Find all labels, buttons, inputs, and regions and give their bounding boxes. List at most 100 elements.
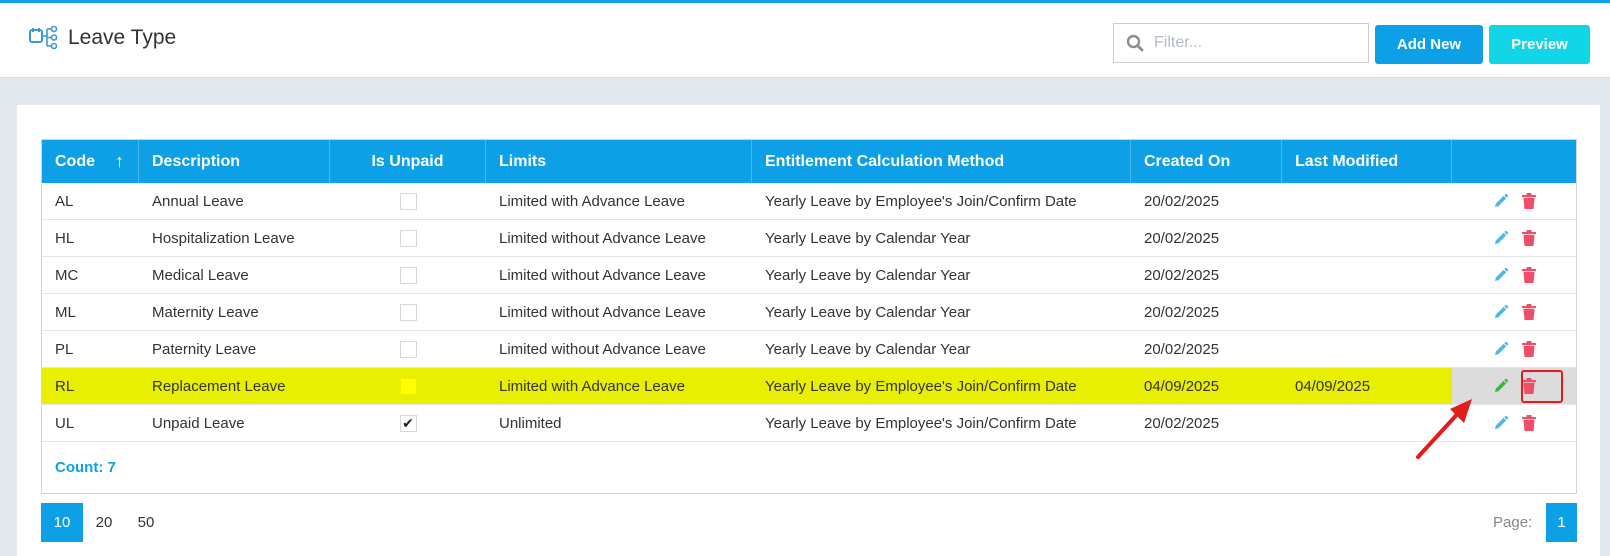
- cell-created-on: 20/02/2025: [1144, 229, 1220, 247]
- cell-limits: Limited without Advance Leave: [499, 303, 706, 321]
- cell-actions: [1452, 331, 1576, 367]
- pencil-icon[interactable]: [1492, 377, 1510, 395]
- cell-method: Yearly Leave by Employee's Join/Confirm …: [765, 377, 1077, 395]
- cell-code: PL: [55, 340, 74, 358]
- page-title: Leave Type: [68, 26, 177, 49]
- cell-code: ML: [55, 303, 76, 321]
- table-row[interactable]: HL Hospitalization Leave Limited without…: [42, 220, 1576, 257]
- cell-last-modified: [1282, 183, 1452, 219]
- cell-limits: Limited without Advance Leave: [499, 229, 706, 247]
- cell-created-on: 04/09/2025: [1144, 377, 1220, 395]
- cell-code: RL: [55, 377, 75, 395]
- pencil-icon[interactable]: [1492, 414, 1510, 432]
- is-unpaid-checkbox[interactable]: [399, 303, 417, 321]
- column-header-method[interactable]: Entitlement Calculation Method: [752, 140, 1131, 183]
- cell-is-unpaid: [330, 257, 486, 293]
- cell-method: Yearly Leave by Calendar Year: [765, 303, 971, 321]
- cell-limits: Unlimited: [499, 414, 562, 432]
- column-header-last-modified[interactable]: Last Modified: [1282, 140, 1452, 183]
- trash-icon[interactable]: [1520, 229, 1538, 247]
- cell-created-on: 20/02/2025: [1144, 303, 1220, 321]
- cell-description: Maternity Leave: [152, 303, 259, 321]
- cell-description: Medical Leave: [152, 266, 249, 284]
- cell-actions: [1452, 220, 1576, 256]
- cell-is-unpaid: [330, 183, 486, 219]
- cell-created-on: 20/02/2025: [1144, 414, 1220, 432]
- trash-icon[interactable]: [1520, 340, 1538, 358]
- column-header-code[interactable]: Code ↑: [42, 140, 139, 183]
- column-header-created-on[interactable]: Created On: [1131, 140, 1282, 183]
- page-size-selector: 10 20 50: [41, 503, 167, 542]
- trash-icon[interactable]: [1520, 266, 1538, 284]
- pencil-icon[interactable]: [1492, 266, 1510, 284]
- cell-last-modified: [1282, 257, 1452, 293]
- pencil-icon[interactable]: [1492, 229, 1510, 247]
- page-button[interactable]: 1: [1546, 503, 1577, 542]
- sort-ascending-icon: ↑: [115, 151, 124, 171]
- cell-method: Yearly Leave by Calendar Year: [765, 266, 971, 284]
- is-unpaid-checkbox[interactable]: [399, 340, 417, 358]
- cell-method: Yearly Leave by Employee's Join/Confirm …: [765, 192, 1077, 210]
- table-row[interactable]: UL Unpaid Leave ✔ Unlimited Yearly Leave…: [42, 405, 1576, 442]
- annotation-arrow-icon: [1416, 399, 1472, 459]
- page-header: Leave Type Add New Preview: [0, 3, 1610, 78]
- cell-created-on: 20/02/2025: [1144, 340, 1220, 358]
- page-size-option[interactable]: 20: [83, 503, 125, 542]
- cell-description: Replacement Leave: [152, 377, 286, 395]
- table-row[interactable]: PL Paternity Leave Limited without Advan…: [42, 331, 1576, 368]
- edit-highlight-box: [1521, 370, 1563, 403]
- page-size-option[interactable]: 10: [41, 503, 83, 542]
- preview-button[interactable]: Preview: [1489, 25, 1590, 64]
- cell-last-modified: [1282, 220, 1452, 256]
- search-icon: [1126, 34, 1144, 52]
- table-row[interactable]: MC Medical Leave Limited without Advance…: [42, 257, 1576, 294]
- is-unpaid-checkbox[interactable]: ✔: [399, 414, 417, 432]
- is-unpaid-checkbox[interactable]: [399, 266, 417, 284]
- add-new-button[interactable]: Add New: [1375, 25, 1483, 64]
- page-size-option[interactable]: 50: [125, 503, 167, 542]
- grid-body: AL Annual Leave Limited with Advance Lea…: [42, 183, 1576, 442]
- cell-last-modified: [1282, 331, 1452, 367]
- leave-type-grid: Code ↑ Description Is Unpaid Limits Enti…: [41, 139, 1577, 494]
- trash-icon[interactable]: [1520, 303, 1538, 321]
- table-row[interactable]: ML Maternity Leave Limited without Advan…: [42, 294, 1576, 331]
- is-unpaid-checkbox[interactable]: [399, 377, 417, 395]
- cell-limits: Limited without Advance Leave: [499, 266, 706, 284]
- grid-footer: Count: 7: [42, 442, 1576, 493]
- pencil-icon[interactable]: [1492, 303, 1510, 321]
- cell-is-unpaid: [330, 220, 486, 256]
- pencil-icon[interactable]: [1492, 192, 1510, 210]
- filter-input[interactable]: [1154, 34, 1354, 52]
- filter-box[interactable]: [1113, 23, 1369, 63]
- cell-description: Annual Leave: [152, 192, 244, 210]
- workflow-icon: [29, 25, 58, 50]
- cell-method: Yearly Leave by Calendar Year: [765, 340, 971, 358]
- cell-created-on: 20/02/2025: [1144, 192, 1220, 210]
- pencil-icon[interactable]: [1492, 340, 1510, 358]
- table-row[interactable]: AL Annual Leave Limited with Advance Lea…: [42, 183, 1576, 220]
- column-header-description[interactable]: Description: [139, 140, 330, 183]
- cell-description: Hospitalization Leave: [152, 229, 295, 247]
- grid-header: Code ↑ Description Is Unpaid Limits Enti…: [42, 140, 1576, 183]
- cell-code: AL: [55, 192, 74, 210]
- column-header-limits[interactable]: Limits: [486, 140, 752, 183]
- cell-limits: Limited with Advance Leave: [499, 192, 685, 210]
- cell-is-unpaid: [330, 368, 486, 404]
- trash-icon[interactable]: [1520, 192, 1538, 210]
- cell-created-on: 20/02/2025: [1144, 266, 1220, 284]
- page-label: Page:: [1493, 514, 1533, 531]
- is-unpaid-checkbox[interactable]: [399, 192, 417, 210]
- table-row[interactable]: RL Replacement Leave Limited with Advanc…: [42, 368, 1576, 405]
- column-header-actions: [1452, 140, 1576, 183]
- cell-method: Yearly Leave by Employee's Join/Confirm …: [765, 414, 1077, 432]
- cell-description: Paternity Leave: [152, 340, 257, 358]
- column-header-is-unpaid[interactable]: Is Unpaid: [330, 140, 486, 183]
- cell-code: MC: [55, 266, 79, 284]
- record-count: Count: 7: [55, 459, 116, 476]
- cell-limits: Limited with Advance Leave: [499, 377, 685, 395]
- trash-icon[interactable]: [1520, 414, 1538, 432]
- is-unpaid-checkbox[interactable]: [399, 229, 417, 247]
- cell-code: UL: [55, 414, 75, 432]
- cell-description: Unpaid Leave: [152, 414, 245, 432]
- cell-actions: [1452, 183, 1576, 219]
